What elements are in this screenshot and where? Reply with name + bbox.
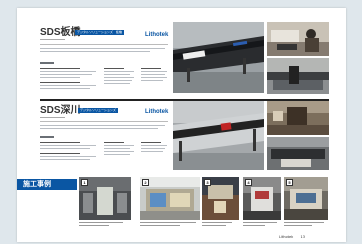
- section2-work-photo-2: [267, 137, 329, 170]
- case-number-badge: 2: [142, 179, 149, 186]
- case-photo-5: 5: [284, 177, 328, 220]
- cases-header-bar: 施工事例: [17, 179, 77, 190]
- case-photo-3: 3: [202, 177, 239, 220]
- section2-description: [40, 125, 168, 129]
- section2-equipment-list-left: [40, 142, 100, 160]
- section1-brand-logo: Lithotek: [145, 32, 169, 38]
- section2-equipment-list-right: [141, 142, 169, 152]
- case-number-badge: 1: [81, 179, 88, 186]
- page-number: 13: [300, 235, 305, 239]
- case-number-badge: 5: [286, 179, 293, 186]
- section2-equipment-list-mid: [104, 142, 139, 155]
- section2-divider: [40, 121, 168, 122]
- brochure-page: SDS板橋 デジタルソリューションズ 板橋 Lithotek SDS深川 デジタ…: [17, 8, 346, 242]
- case-number-badge: 3: [204, 179, 211, 186]
- case-caption-3: [202, 222, 239, 226]
- section1-subtitle: [40, 39, 65, 40]
- section2-brand-logo: Lithotek: [145, 109, 169, 115]
- section1-printer-photo: [173, 22, 264, 93]
- section2-subtitle: [40, 117, 65, 118]
- section2-equipment-heading: [40, 136, 54, 138]
- case-caption-1: [79, 222, 131, 226]
- section2-title: SDS深川: [40, 105, 81, 116]
- section1-description: [40, 48, 168, 54]
- section1-equipment-list-left: [40, 68, 100, 89]
- footer-logo: Lithotek: [279, 235, 294, 239]
- case-caption-2: [140, 222, 200, 226]
- section2-work-photo-1: [267, 101, 329, 135]
- section1-work-photo-1: [267, 22, 329, 56]
- section1-divider: [40, 44, 168, 45]
- section2-printer-photo: [173, 101, 264, 170]
- section1-work-photo-2: [267, 58, 329, 94]
- case-caption-5: [284, 222, 328, 226]
- page-footer: Lithotek 13: [279, 235, 305, 239]
- case-photo-2: 2: [140, 177, 200, 220]
- case-caption-4: [243, 222, 281, 226]
- cases-title: 施工事例: [17, 179, 77, 190]
- section1-equipment-list-right: [141, 68, 169, 81]
- case-photo-1: 1: [79, 177, 131, 220]
- section1-equipment-list-mid: [104, 68, 139, 84]
- section1-tag: デジタルソリューションズ 板橋: [75, 30, 124, 35]
- case-number-badge: 4: [245, 179, 252, 186]
- section1-equipment-heading: [40, 62, 54, 64]
- section2-tag: デジタルソリューションズ: [78, 108, 118, 113]
- case-photo-4: 4: [243, 177, 281, 220]
